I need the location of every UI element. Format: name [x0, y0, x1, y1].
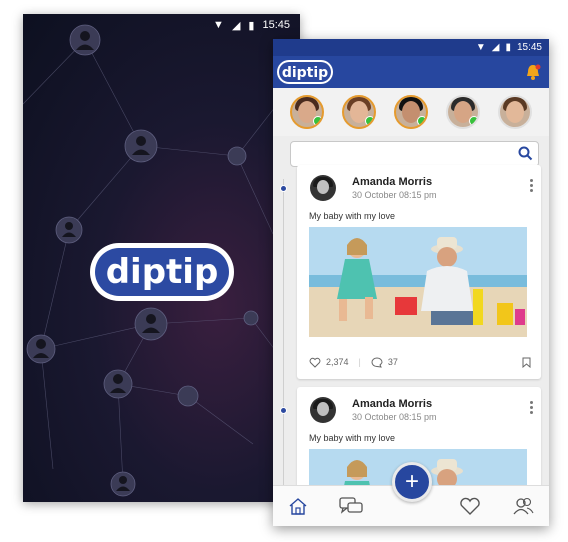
story-avatar[interactable] [446, 95, 480, 129]
like-count: 2,374 [326, 357, 349, 367]
home-icon[interactable] [288, 497, 308, 515]
story-avatar[interactable] [394, 95, 428, 129]
post-time: 30 October 08:15 pm [352, 190, 437, 200]
app-logo-text: diptip [282, 65, 328, 81]
signal-icon: ◢ [231, 19, 241, 32]
search-input[interactable] [297, 144, 501, 166]
timeline-line [283, 179, 284, 499]
bookmark-icon[interactable] [522, 357, 531, 368]
timeline-dot [280, 185, 287, 192]
more-icon[interactable] [530, 179, 533, 194]
bell-icon[interactable] [525, 63, 541, 81]
wifi-icon: ▼ [213, 19, 224, 31]
plus-icon: + [404, 468, 419, 495]
status-time: 15:45 [516, 42, 542, 53]
online-indicator [417, 116, 426, 126]
splash-logo: diptip [90, 243, 234, 301]
online-indicator [313, 116, 322, 126]
author-name[interactable]: Amanda Morris [352, 176, 432, 188]
online-indicator [469, 116, 478, 126]
status-time: 15:45 [262, 19, 290, 31]
wifi-icon: ▼ [475, 42, 486, 53]
status-bar: ▼ ◢ ▮ 15:45 [273, 39, 549, 56]
feed-screen: ▼ ◢ ▮ 15:45 diptip Amanda Morris 30 Octo… [273, 39, 549, 526]
status-bar: ▼ ◢ ▮ 15:45 [23, 14, 300, 36]
story-avatar[interactable] [290, 95, 324, 129]
post-time: 30 October 08:15 pm [352, 412, 437, 422]
app-bar: diptip [273, 56, 549, 88]
add-post-button[interactable]: + [392, 462, 432, 502]
post-card: Amanda Morris 30 October 08:15 pm My bab… [297, 165, 541, 379]
search-bar [290, 141, 539, 167]
post-text: My baby with my love [309, 433, 396, 443]
comment-icon[interactable] [371, 356, 383, 368]
signal-icon: ◢ [491, 42, 500, 53]
post-text: My baby with my love [309, 211, 396, 221]
battery-icon: ▮ [505, 42, 511, 53]
post-photo[interactable] [309, 227, 527, 337]
splash-screen: ▼ ◢ ▮ 15:45 diptip [23, 14, 300, 502]
like-icon[interactable] [309, 357, 321, 368]
online-indicator [365, 116, 374, 126]
chat-icon[interactable] [339, 497, 363, 515]
author-avatar[interactable] [310, 175, 336, 201]
stories-row [273, 88, 549, 136]
heart-icon[interactable] [459, 497, 481, 515]
timeline-dot [280, 407, 287, 414]
author-avatar[interactable] [310, 397, 336, 423]
author-name[interactable]: Amanda Morris [352, 398, 432, 410]
users-icon[interactable] [512, 497, 534, 515]
more-icon[interactable] [530, 401, 533, 416]
story-avatar[interactable] [342, 95, 376, 129]
app-logo[interactable]: diptip [277, 59, 333, 85]
post-actions: 2,374 | 37 [309, 355, 531, 369]
comment-count: 37 [387, 357, 398, 367]
splash-logo-text: diptip [106, 252, 219, 292]
search-icon[interactable] [518, 146, 533, 161]
story-avatar[interactable] [498, 95, 532, 129]
battery-icon: ▮ [248, 19, 255, 32]
